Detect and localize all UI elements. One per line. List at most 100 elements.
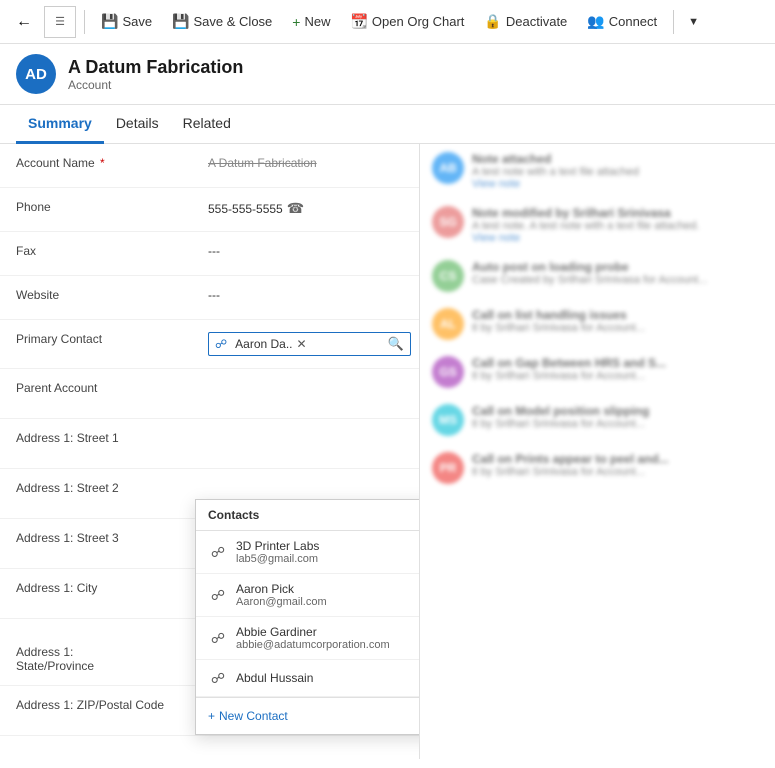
contact-name-3: Abbie Gardiner <box>236 625 420 639</box>
activity-item-0: AB Note attached A test note with a text… <box>432 152 763 190</box>
activity-item-3: AL Call on list handling issues tl by Sr… <box>432 308 763 340</box>
activity-link-0[interactable]: View note <box>472 178 763 190</box>
toolbar: ← ☰ 💾 Save 💾 Save & Close + New 📆 Open O… <box>0 0 775 44</box>
dropdown-item-3[interactable]: ☍ Abbie Gardiner abbie@adatumcorporation… <box>196 617 420 660</box>
org-chart-icon: 📆 <box>350 13 367 30</box>
activity-avatar-3: AL <box>432 308 464 340</box>
contact-info-3: Abbie Gardiner abbie@adatumcorporation.c… <box>236 625 420 651</box>
activity-avatar-2: CS <box>432 260 464 292</box>
field-primary-contact: Primary Contact ☍ Aaron Da.. ✕ 🔍 <box>0 320 419 369</box>
activity-content-6: Call on Prints appear to peel and... tl … <box>472 452 763 484</box>
tab-related[interactable]: Related <box>171 105 243 144</box>
contact-icon-4: ☍ <box>208 668 228 688</box>
activity-item-6: PR Call on Prints appear to peel and... … <box>432 452 763 484</box>
activity-content-3: Call on list handling issues tl by Srilh… <box>472 308 763 340</box>
value-fax: --- <box>200 232 419 270</box>
dropdown-item-4[interactable]: ☍ Abdul Hussain ⌄ <box>196 660 420 697</box>
activity-body-4: tl by Srilhari Srinivasa for Account... <box>472 370 763 382</box>
tab-details[interactable]: Details <box>104 105 171 144</box>
deactivate-button[interactable]: 🔒 Deactivate <box>476 9 575 34</box>
activity-item-5: MS Call on Model position slipping tl by… <box>432 404 763 436</box>
new-contact-button[interactable]: + New Contact <box>208 703 288 729</box>
dropdown-contacts-label: Contacts <box>208 508 259 522</box>
dropdown-item-2[interactable]: ☍ Aaron Pick Aaron@gmail.com ⌄ <box>196 574 420 617</box>
label-fax: Fax <box>0 232 200 270</box>
field-fax: Fax --- <box>0 232 419 276</box>
field-website: Website --- <box>0 276 419 320</box>
lookup-value: Aaron Da.. <box>235 337 292 351</box>
tab-summary[interactable]: Summary <box>16 105 104 144</box>
activity-title-5: Call on Model position slipping <box>472 404 763 418</box>
label-phone: Phone <box>0 188 200 226</box>
lookup-field[interactable]: ☍ Aaron Da.. ✕ 🔍 <box>208 332 411 356</box>
lookup-clear-button[interactable]: ✕ <box>297 337 307 351</box>
value-phone: 555-555-5555 ☎ <box>200 188 419 229</box>
separator-2 <box>673 10 674 34</box>
phone-row: 555-555-5555 ☎ <box>208 200 411 217</box>
dropdown-item-1[interactable]: ☍ 3D Printer Labs lab5@gmail.com ⌄ <box>196 531 420 574</box>
activity-content-5: Call on Model position slipping tl by Sr… <box>472 404 763 436</box>
record-header: AD A Datum Fabrication Account <box>0 44 775 105</box>
activity-title-3: Call on list handling issues <box>472 308 763 322</box>
activity-title-4: Call on Gap Between HRS and S... <box>472 356 763 370</box>
save-button[interactable]: 💾 Save <box>93 9 160 34</box>
activity-content-1: Note modified by Srilhari Srinivasa A te… <box>472 206 763 244</box>
contact-icon-1: ☍ <box>208 542 228 562</box>
value-parent-account <box>200 369 419 393</box>
activity-panel: AB Note attached A test note with a text… <box>420 144 775 759</box>
label-account-name: Account Name * <box>0 144 200 182</box>
activity-avatar-5: MS <box>432 404 464 436</box>
contact-info-2: Aaron Pick Aaron@gmail.com <box>236 582 420 608</box>
activity-body-6: tl by Srilhari Srinivasa for Account... <box>472 466 763 478</box>
form-panel: Account Name * A Datum Fabrication Phone… <box>0 144 420 759</box>
contact-icon-2: ☍ <box>208 585 228 605</box>
phone-icon[interactable]: ☎ <box>287 200 304 217</box>
dropdown-list: ☍ 3D Printer Labs lab5@gmail.com ⌄ ☍ Aar… <box>196 531 420 697</box>
save-close-icon: 💾 <box>172 13 189 30</box>
label-parent-account: Parent Account <box>0 369 200 407</box>
contact-email-1: lab5@gmail.com <box>236 553 420 565</box>
new-button[interactable]: + New <box>284 10 338 34</box>
value-primary-contact: ☍ Aaron Da.. ✕ 🔍 <box>200 320 419 368</box>
label-address-zip: Address 1: ZIP/Postal Code <box>0 686 200 724</box>
activity-body-2: Case Created by Srilhari Srinivasa for A… <box>472 274 763 286</box>
separator-1 <box>84 10 85 34</box>
more-options-button[interactable]: ▼ <box>682 12 705 32</box>
field-phone: Phone 555-555-5555 ☎ <box>0 188 419 232</box>
activity-body-0: A test note with a text file attached <box>472 166 763 178</box>
lookup-search-button[interactable]: 🔍 <box>388 336 404 352</box>
label-address-street-2: Address 1: Street 2 <box>0 469 200 507</box>
back-button[interactable]: ← <box>8 9 40 35</box>
activity-avatar-6: PR <box>432 452 464 484</box>
label-address-state: Address 1: State/Province <box>0 619 200 685</box>
value-account-name: A Datum Fabrication <box>200 144 419 182</box>
dropdown-footer: + New Contact Advanced lookup <box>196 697 420 734</box>
plus-icon: + <box>208 709 215 723</box>
new-icon: + <box>292 14 300 30</box>
activity-content-4: Call on Gap Between HRS and S... tl by S… <box>472 356 763 388</box>
value-address-street-1 <box>200 419 419 443</box>
activity-body-1: A test note. A test note with a text fil… <box>472 220 763 232</box>
save-close-button[interactable]: 💾 Save & Close <box>164 9 280 34</box>
open-org-chart-button[interactable]: 📆 Open Org Chart <box>342 9 472 34</box>
main-content: Account Name * A Datum Fabrication Phone… <box>0 144 775 759</box>
save-icon: 💾 <box>101 13 118 30</box>
activity-title-2: Auto post on loading probe <box>472 260 763 274</box>
label-primary-contact: Primary Contact <box>0 320 200 358</box>
connect-button[interactable]: 👥 Connect <box>579 9 665 34</box>
activity-title-0: Note attached <box>472 152 763 166</box>
tab-bar: Summary Details Related <box>0 105 775 144</box>
activity-link-1[interactable]: View note <box>472 232 763 244</box>
record-title: A Datum Fabrication <box>68 57 243 78</box>
page-icon: ☰ <box>44 6 76 38</box>
deactivate-icon: 🔒 <box>484 13 501 30</box>
contact-name-4: Abdul Hussain <box>236 671 420 685</box>
activity-content-2: Auto post on loading probe Case Created … <box>472 260 763 292</box>
contact-name-1: 3D Printer Labs <box>236 539 420 553</box>
activity-title-6: Call on Prints appear to peel and... <box>472 452 763 466</box>
activity-item-2: CS Auto post on loading probe Case Creat… <box>432 260 763 292</box>
value-website: --- <box>200 276 419 314</box>
activity-body-5: tl by Srilhari Srinivasa for Account... <box>472 418 763 430</box>
field-account-name: Account Name * A Datum Fabrication <box>0 144 419 188</box>
activity-item-1: SG Note modified by Srilhari Srinivasa A… <box>432 206 763 244</box>
